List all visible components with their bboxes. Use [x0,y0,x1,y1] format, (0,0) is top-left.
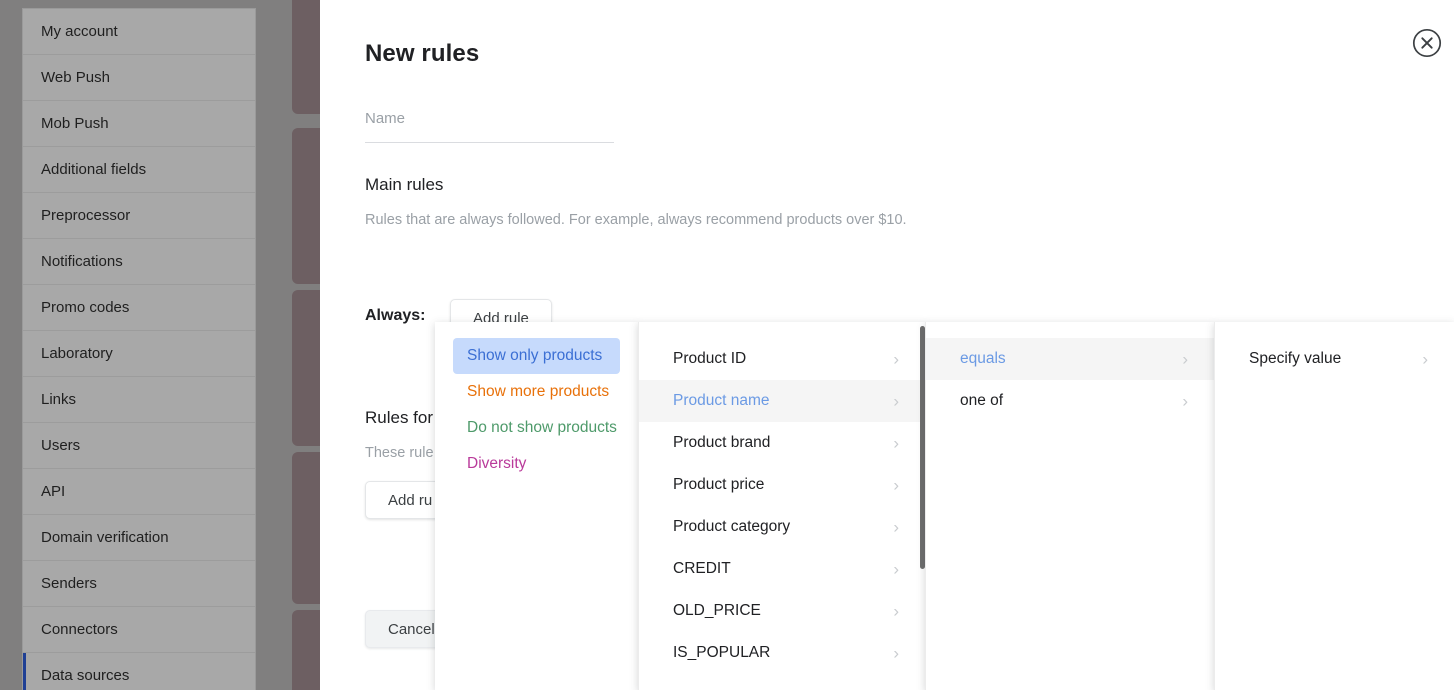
menu-item-label: Show more products [467,383,610,400]
menu-item-credit[interactable]: CREDIT › [639,548,925,590]
sidebar-item-promo-codes[interactable]: Promo codes [23,285,255,331]
sidebar-item-mob-push[interactable]: Mob Push [23,101,255,147]
dropdown-rule-type-column: Show only products Show more products Do n… [435,322,638,690]
menu-item-product-name[interactable]: Product name › [639,380,925,422]
sidebar-item-web-push[interactable]: Web Push [23,55,255,101]
sidebar-item-label: Laboratory [41,345,113,362]
chevron-right-icon: › [893,391,899,411]
menu-item-product-id[interactable]: Product ID › [639,338,925,380]
sidebar-item-label: Web Push [41,69,110,86]
menu-item-label: OLD_PRICE [673,602,761,619]
menu-item-product-brand[interactable]: Product brand › [639,422,925,464]
sidebar-item-additional-fields[interactable]: Additional fields [23,147,255,193]
sidebar-item-label: Data sources [41,667,130,684]
menu-item-label: Specify value [1249,350,1342,367]
chevron-right-icon: › [893,517,899,537]
sidebar-item-api[interactable]: API [23,469,255,515]
main-rules-heading: Main rules [365,175,444,194]
sidebar-item-users[interactable]: Users [23,423,255,469]
sidebar-item-label: Mob Push [41,115,109,132]
menu-item-show-only-products[interactable]: Show only products [453,338,620,374]
close-icon[interactable] [1412,28,1442,58]
main-rules-description: Rules that are always followed. For exam… [365,212,907,228]
sidebar-item-my-account[interactable]: My account [23,9,255,55]
menu-item-label: Product ID [673,350,747,367]
menu-item-one-of[interactable]: one of › [926,380,1214,422]
sidebar-item-links[interactable]: Links [23,377,255,423]
menu-item-label: Product price [673,476,765,493]
chevron-right-icon: › [893,643,899,663]
menu-item-is-popular[interactable]: IS_POPULAR › [639,632,925,674]
menu-item-label: one of [960,392,1004,409]
sidebar-item-label: Domain verification [41,529,169,546]
sidebar-item-label: Users [41,437,81,454]
chevron-right-icon: › [893,433,899,453]
menu-item-label: Product brand [673,434,771,451]
app-root: My account Web Push Mob Push Additional fie… [0,0,1454,690]
chevron-right-icon: › [893,349,899,369]
sidebar-item-senders[interactable]: Senders [23,561,255,607]
sidebar-item-domain-verification[interactable]: Domain verification [23,515,255,561]
menu-item-label: Do not show products [467,419,617,436]
chevron-right-icon: › [893,475,899,495]
sidebar-item-laboratory[interactable]: Laboratory [23,331,255,377]
name-input[interactable] [365,95,614,143]
name-field-wrapper [365,95,614,143]
sidebar-item-label: Senders [41,575,97,592]
menu-item-label: Diversity [467,455,527,472]
menu-item-old-price[interactable]: OLD_PRICE › [639,590,925,632]
chevron-right-icon: › [1182,349,1188,369]
always-label: Always: [365,307,426,324]
sidebar-item-connectors[interactable]: Connectors [23,607,255,653]
sidebar-item-label: Connectors [41,621,118,638]
menu-item-label: IS_POPULAR [673,644,771,661]
menu-item-specify-value[interactable]: Specify value › [1215,338,1454,380]
sidebar-item-notifications[interactable]: Notifications [23,239,255,285]
menu-item-diversity[interactable]: Diversity [453,446,620,482]
menu-item-product-category[interactable]: Product category › [639,506,925,548]
menu-item-label: Product name [673,392,770,409]
menu-item-equals[interactable]: equals › [926,338,1214,380]
chevron-right-icon: › [893,559,899,579]
sidebar-item-data-sources[interactable]: Data sources [23,653,255,690]
menu-item-show-more-products[interactable]: Show more products [453,374,620,410]
menu-item-product-price[interactable]: Product price › [639,464,925,506]
sidebar-item-label: API [41,483,66,500]
sidebar-item-label: Promo codes [41,299,130,316]
scenario-rules-description: These rule [365,445,434,461]
dropdown-product-attribute-column: Product ID › Product name › Product brand › Pr… [638,322,925,690]
chevron-right-icon: › [893,601,899,621]
sidebar-item-label: Preprocessor [41,207,131,224]
menu-item-label: Show only products [467,347,603,364]
menu-item-do-not-show-products[interactable]: Do not show products [453,410,620,446]
chevron-right-icon: › [1182,391,1188,411]
menu-item-label: equals [960,350,1006,367]
scenario-rules-heading: Rules for [365,408,434,427]
page-title: New rules [365,40,480,67]
sidebar-item-label: My account [41,23,118,40]
sidebar-item-preprocessor[interactable]: Preprocessor [23,193,255,239]
sidebar-item-label: Notifications [41,253,123,270]
menu-item-label: Product category [673,518,791,535]
settings-sidebar: My account Web Push Mob Push Additional fie… [22,8,256,690]
dropdown-operator-column: equals › one of › [925,322,1214,690]
sidebar-item-label: Links [41,391,77,408]
new-rules-modal: New rules Main rules Rules that are alwa… [320,0,1454,690]
chevron-right-icon: › [1422,349,1428,369]
sidebar-item-label: Additional fields [41,161,147,178]
menu-item-label: CREDIT [673,560,731,577]
dropdown-value-column: Specify value › [1214,322,1454,690]
